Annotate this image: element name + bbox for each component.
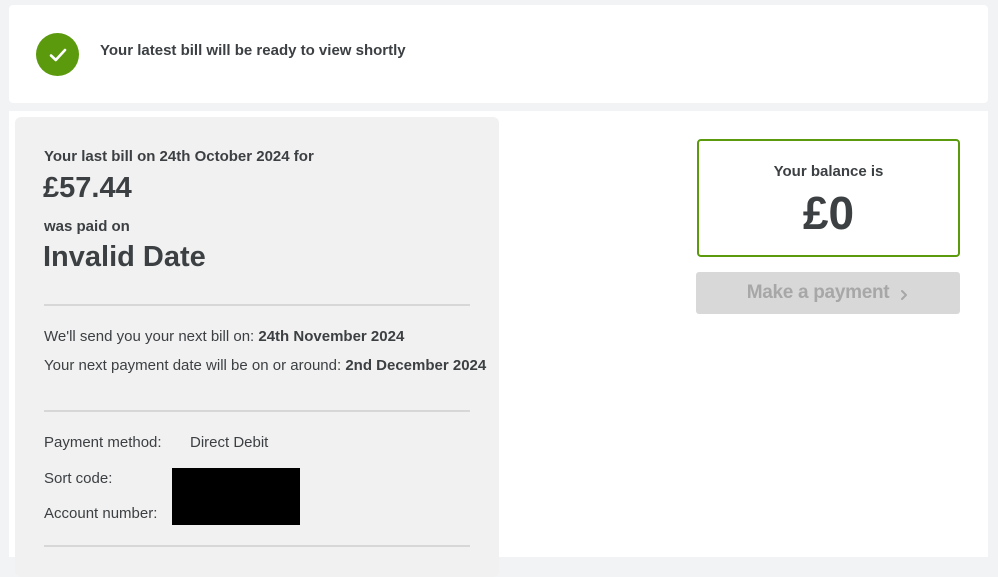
last-bill-intro: Your last bill on 24th October 2024 for xyxy=(44,148,314,165)
make-payment-button[interactable]: Make a payment xyxy=(696,272,960,314)
make-payment-label: Make a payment xyxy=(746,282,890,303)
balance-box: Your balance is £0 xyxy=(697,139,960,257)
balance-label: Your balance is xyxy=(773,163,884,180)
divider xyxy=(44,410,470,412)
next-bill-label: We'll send you your next bill on: xyxy=(44,328,255,345)
next-payment-label: Your next payment date will be on or aro… xyxy=(44,357,342,374)
divider xyxy=(44,304,470,306)
divider xyxy=(44,545,470,547)
billing-summary: Your last bill on 24th October 2024 for … xyxy=(9,111,988,577)
paid-on-label: was paid on xyxy=(44,218,130,235)
last-bill-amount: £57.44 xyxy=(43,172,132,204)
sort-code-label: Sort code: xyxy=(44,470,113,487)
check-icon xyxy=(36,33,79,76)
payment-method-value: Direct Debit xyxy=(190,434,269,451)
balance-value: £0 xyxy=(802,187,855,239)
next-payment-line: Your next payment date will be on or aro… xyxy=(44,357,486,374)
notice-text: Your latest bill will be ready to view s… xyxy=(100,42,406,59)
next-payment-date: 2nd December 2024 xyxy=(345,357,487,374)
payment-method-label: Payment method: xyxy=(44,434,162,451)
last-bill-card: Your last bill on 24th October 2024 for … xyxy=(15,117,499,577)
next-bill-line: We'll send you your next bill on: 24th N… xyxy=(44,328,404,345)
account-number-label: Account number: xyxy=(44,505,158,522)
bill-ready-notice: Your latest bill will be ready to view s… xyxy=(9,5,988,103)
paid-date: Invalid Date xyxy=(43,241,206,273)
next-bill-date: 24th November 2024 xyxy=(258,328,405,345)
redacted-bank-details xyxy=(172,468,300,525)
chevron-right-icon xyxy=(899,286,909,300)
